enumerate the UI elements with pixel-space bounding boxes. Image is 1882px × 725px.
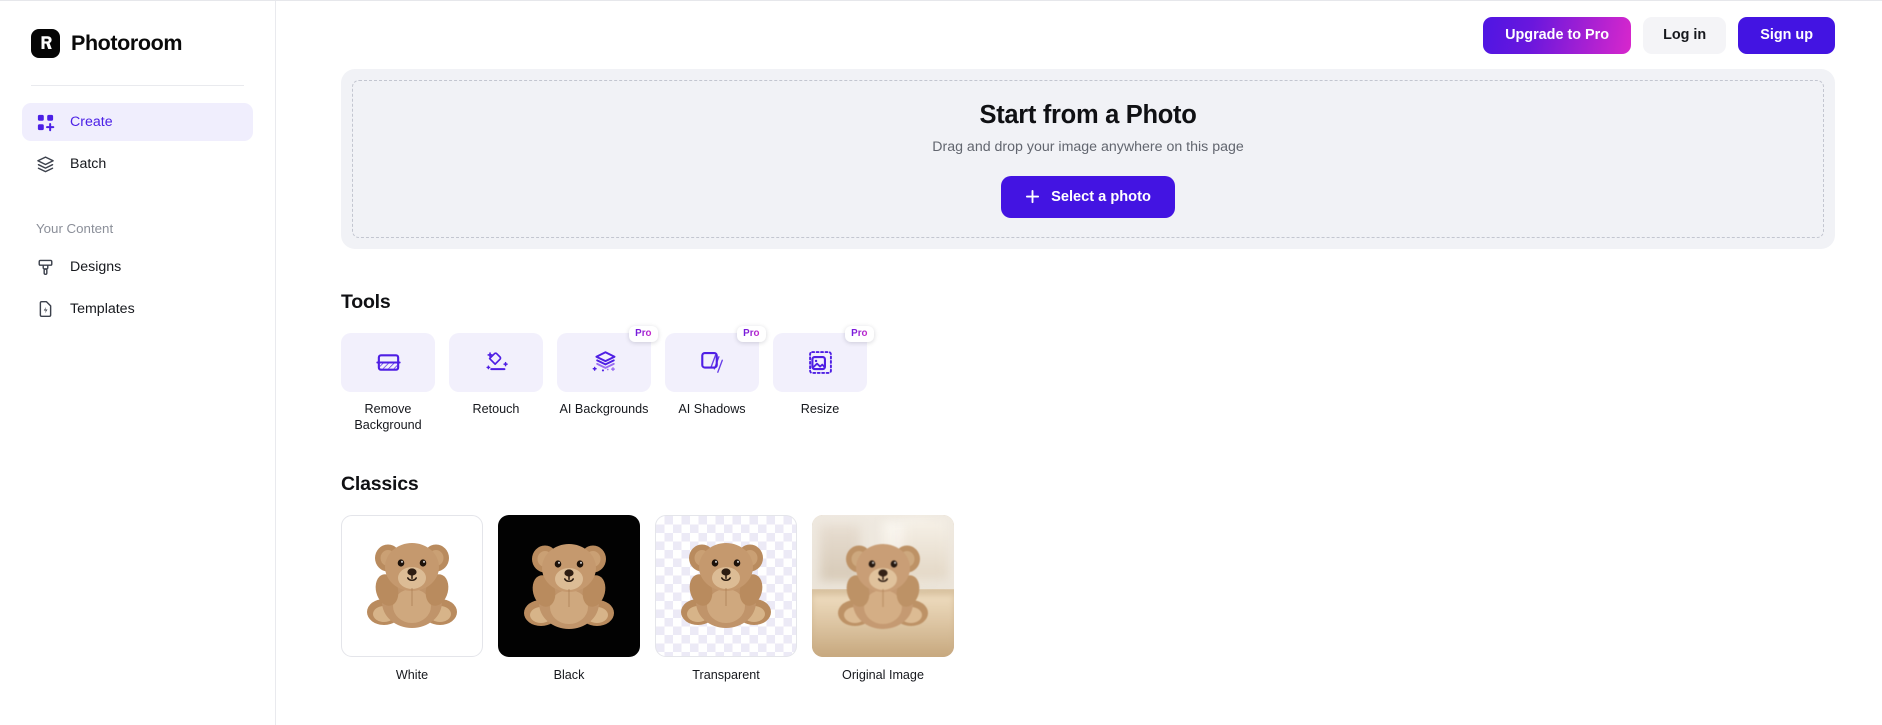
classic-thumbnail[interactable] bbox=[498, 515, 640, 658]
tool-ai-shadows[interactable]: Pro AI Shadows bbox=[665, 326, 766, 433]
teddy-bear-image bbox=[835, 531, 931, 648]
ai-layers-sparkle-icon bbox=[591, 349, 618, 376]
pro-badge-label: Pro bbox=[635, 328, 652, 339]
pro-badge: Pro bbox=[736, 326, 766, 342]
start-from-photo-dropzone[interactable]: Start from a Photo Drag and drop your im… bbox=[341, 69, 1835, 249]
document-bolt-icon bbox=[36, 300, 55, 319]
teddy-bear-image bbox=[521, 531, 617, 648]
paint-brush-icon bbox=[36, 258, 55, 277]
tool-tile[interactable] bbox=[773, 333, 867, 392]
upgrade-to-pro-button[interactable]: Upgrade to Pro bbox=[1483, 16, 1632, 54]
select-a-photo-label: Select a photo bbox=[1051, 188, 1151, 205]
tool-tile[interactable] bbox=[341, 333, 435, 392]
classic-thumbnail[interactable] bbox=[812, 515, 954, 658]
sidebar-item-create[interactable]: Create bbox=[22, 103, 253, 141]
sidebar-item-batch[interactable]: Batch bbox=[22, 145, 253, 183]
dropzone-dashed-area[interactable]: Start from a Photo Drag and drop your im… bbox=[352, 80, 1824, 238]
sidebar-item-batch-label: Batch bbox=[70, 156, 107, 172]
classic-label: Original Image bbox=[842, 668, 924, 683]
classic-label: Black bbox=[553, 668, 585, 683]
classic-transparent[interactable]: Transparent bbox=[655, 515, 797, 682]
app-root: Photoroom Create Batch Your Content Desi… bbox=[0, 0, 1882, 725]
layers-icon bbox=[36, 155, 55, 174]
dropzone-title: Start from a Photo bbox=[979, 100, 1197, 129]
brand[interactable]: Photoroom bbox=[22, 1, 253, 85]
pro-badge-label: Pro bbox=[851, 328, 868, 339]
sidebar-section-your-content: Your Content bbox=[36, 221, 114, 236]
classics-section-title: Classics bbox=[341, 473, 419, 496]
classic-original-image[interactable]: Original Image bbox=[812, 515, 954, 682]
classic-white[interactable]: White bbox=[341, 515, 483, 682]
classic-thumbnail[interactable] bbox=[655, 515, 797, 658]
tool-tile[interactable] bbox=[449, 333, 543, 392]
sidebar: Photoroom Create Batch Your Content Desi… bbox=[0, 1, 276, 725]
sidebar-item-create-label: Create bbox=[70, 114, 113, 130]
select-a-photo-button[interactable]: Select a photo bbox=[1001, 175, 1175, 218]
sidebar-item-templates[interactable]: Templates bbox=[22, 290, 253, 328]
tools-section: Tools Remove Background Retouch Pro AI B… bbox=[341, 291, 1835, 433]
tool-label: AI Shadows bbox=[678, 402, 746, 416]
log-in-button[interactable]: Log in bbox=[1643, 16, 1727, 54]
classics-row: White Black Transparent Original Image bbox=[341, 515, 1835, 682]
teddy-bear-image bbox=[678, 530, 774, 647]
teddy-bear-image bbox=[364, 530, 460, 647]
pro-badge-label: Pro bbox=[743, 328, 760, 339]
brand-name: Photoroom bbox=[71, 30, 183, 55]
grid-plus-icon bbox=[36, 113, 55, 132]
tool-label: AI Backgrounds bbox=[559, 402, 649, 416]
tool-ai-backgrounds[interactable]: Pro AI Backgrounds bbox=[557, 326, 658, 433]
sign-up-button[interactable]: Sign up bbox=[1738, 16, 1835, 54]
pro-badge: Pro bbox=[628, 326, 658, 342]
remove-background-icon bbox=[375, 349, 402, 376]
classic-black[interactable]: Black bbox=[498, 515, 640, 682]
tool-resize[interactable]: Pro Resize bbox=[773, 326, 874, 433]
tool-tile[interactable] bbox=[665, 333, 759, 392]
content-area: Start from a Photo Drag and drop your im… bbox=[276, 69, 1882, 682]
tool-tile[interactable] bbox=[557, 333, 651, 392]
resize-image-icon bbox=[807, 349, 834, 376]
dropzone-subtitle: Drag and drop your image anywhere on thi… bbox=[932, 138, 1244, 155]
sidebar-item-templates-label: Templates bbox=[70, 301, 135, 317]
square-shadow-icon bbox=[699, 349, 726, 376]
tool-retouch[interactable]: Retouch bbox=[449, 333, 543, 433]
classic-label: Transparent bbox=[692, 668, 760, 683]
photoroom-logo-icon bbox=[31, 28, 60, 58]
main-area: Upgrade to Pro Log in Sign up Start from… bbox=[276, 1, 1882, 725]
tools-row: Remove Background Retouch Pro AI Backgro… bbox=[341, 326, 1835, 433]
tools-section-title: Tools bbox=[341, 291, 391, 313]
sidebar-item-designs[interactable]: Designs bbox=[22, 248, 253, 286]
top-bar: Upgrade to Pro Log in Sign up bbox=[276, 1, 1882, 69]
sidebar-divider bbox=[31, 85, 244, 86]
sidebar-item-designs-label: Designs bbox=[70, 259, 122, 275]
tool-remove-background[interactable]: Remove Background bbox=[341, 333, 435, 433]
classic-thumbnail[interactable] bbox=[341, 515, 483, 658]
classics-section: Classics White Black Transparent Origina… bbox=[341, 473, 1835, 682]
classic-label: White bbox=[395, 668, 429, 683]
plus-icon bbox=[1025, 189, 1040, 204]
pro-badge: Pro bbox=[844, 326, 874, 342]
tool-label: Remove Background bbox=[354, 402, 422, 433]
tool-label: Resize bbox=[800, 402, 840, 416]
tool-label: Retouch bbox=[472, 402, 520, 416]
eraser-sparkle-icon bbox=[483, 349, 510, 376]
